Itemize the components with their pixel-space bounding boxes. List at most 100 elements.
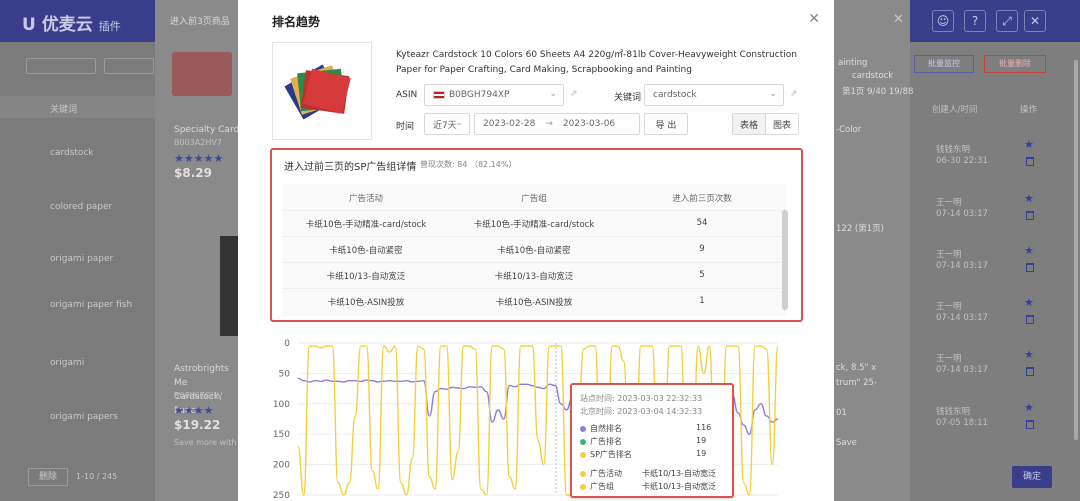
trash-icon[interactable] [1026,367,1034,376]
product-thumbnail [220,236,238,336]
page-scrollbar[interactable] [1074,60,1078,440]
tooltip-item-value: 19 [696,449,707,458]
close-icon[interactable]: ✕ [808,11,820,27]
y-tick-label: 200 [273,461,290,471]
trash-icon[interactable] [1026,157,1034,166]
rating-stars: ★★★★ [174,404,214,417]
tooltip-item-label: SP广告排名 [590,450,632,459]
view-table-toggle[interactable]: 表格 [732,113,766,135]
chevron-down-icon: ⌄ [455,118,463,128]
legend-dot-icon [580,451,586,458]
y-tick-label: 250 [273,491,290,501]
favorite-star-icon[interactable]: ★ [1024,244,1034,257]
sp-adgroup-detail: 进入过前三页的SP广告组详情 曾现次数: 84 （82.14%） 广告活动 广告… [270,148,803,322]
favorite-star-icon[interactable]: ★ [1024,296,1034,309]
modal-title: 排名趋势 [272,15,321,29]
product-title: Kyteazr Cardstock 10 Colors 60 Sheets A4… [396,50,797,75]
expand-icon[interactable]: ⤢ [996,10,1018,32]
asin-select[interactable]: B0BGH794XP ⌄ [424,84,564,106]
asin-value: B0BGH794XP [449,90,510,100]
product-note: 01 [836,408,847,418]
products-tab[interactable]: 进入前3页商品 [170,14,230,27]
trash-icon[interactable] [1026,263,1034,272]
tooltip-item-label: 广告排名 [590,437,622,446]
creator-name: 钱钱东明 [936,145,971,155]
y-tick-label: 0 [284,339,290,349]
product-thumbnail [172,52,232,96]
filter-select-2[interactable] [104,58,154,74]
panel-close-icon[interactable]: ✕ [893,12,904,27]
product-title: Specialty Cards [174,125,244,135]
keyword-select[interactable]: cardstock ⌄ [644,84,784,106]
pagination-prev-button[interactable]: 删除 [28,468,68,486]
logo-u-icon: U [22,15,36,35]
creator-name: 王一明 [936,250,962,260]
y-tick-label: 150 [273,430,290,440]
table-cell-campaign: 卡纸10色-手动精准-card/stock [305,220,427,230]
date-range-picker[interactable]: 2023-02-28 → 2023-03-06 [474,113,640,135]
row-divider [282,210,786,211]
keyword-column-header: 关键词 [50,105,78,115]
product-keyword-link[interactable]: cardstock [852,71,893,81]
pagination-confirm-button[interactable]: 确定 [1012,466,1052,488]
chart-tooltip: 站点时间: 2023-03-03 22:32:33 北京时间: 2023-03-… [570,383,734,498]
tooltip-group-label: 广告组 [590,482,614,491]
product-price: $8.29 [174,166,212,180]
asin-label: ASIN [396,90,418,100]
tooltip-item-value: 19 [696,436,707,445]
keyword-row: origami papers [50,412,118,422]
left-table-header [0,96,160,118]
table-cell-count: 9 [699,244,705,254]
table-cell-campaign: 卡纸10色-ASIN投放 [327,298,405,308]
sp-section-count: 曾现次数: 84 （82.14%） [420,160,517,169]
table-cell-campaign: 卡纸10/13-自动宽泛 [326,272,406,282]
keyword-row: origami paper [50,254,114,264]
user-icon[interactable]: ☺ [932,10,954,32]
trash-icon[interactable] [1026,211,1034,220]
column-header-adgroup: 广告组 [521,194,547,204]
range-select[interactable]: 近7天 ⌄ [424,113,470,135]
pagination-range: 1-10 / 245 [76,472,118,481]
keyword-value: cardstock [653,90,697,100]
trash-icon[interactable] [1026,420,1034,429]
favorite-star-icon[interactable]: ★ [1024,401,1034,414]
trash-icon[interactable] [1026,315,1034,324]
rating-stars: ★★★★★ [174,152,224,165]
view-chart-toggle[interactable]: 图表 [765,113,799,135]
export-button[interactable]: 导 出 [644,113,688,135]
product-note: Save [836,438,857,448]
batch-monitor-button[interactable]: 批量监控 [914,55,974,73]
help-icon[interactable]: ? [964,10,986,32]
legend-dot-icon [580,483,586,490]
product-image [272,42,372,140]
batch-delete-button[interactable]: 批量删除 [984,55,1046,73]
y-tick-label: 50 [279,369,291,379]
date-start: 2023-02-28 [483,119,536,129]
y-tick-label: 100 [273,400,290,410]
range-value: 近7天 [433,120,457,131]
close-window-icon[interactable]: ✕ [1024,10,1046,32]
creator-name: 钱钱东明 [936,407,971,417]
product-note: ck, 8.5" x [836,363,877,373]
favorite-star-icon[interactable]: ★ [1024,138,1034,151]
table-cell-count: 5 [699,270,705,280]
table-scrollbar[interactable] [782,210,788,310]
creator-column-header: 创建人/时间 [932,105,978,115]
external-link-icon[interactable]: ⇗ [790,89,798,99]
created-time: 07-14 03:17 [936,261,988,271]
keyword-row: colored paper [50,202,113,212]
tooltip-group-value: 卡纸10/13-自动宽泛 [642,482,716,491]
row-divider [282,236,786,237]
filter-select-1[interactable] [26,58,96,74]
external-link-icon[interactable]: ⇗ [570,89,578,99]
row-divider [282,262,786,263]
favorite-star-icon[interactable]: ★ [1024,192,1034,205]
table-cell-count: 1 [699,296,705,306]
keyword-row: cardstock [50,148,94,158]
table-cell-adgroup: 卡纸10色-自动紧密 [497,246,571,256]
table-cell-count: 54 [696,218,708,228]
favorite-star-icon[interactable]: ★ [1024,348,1034,361]
rank-trend-modal: 排名趋势 ✕ Kyteazr Cardstock 10 Colors 60 Sh… [238,0,834,501]
chevron-down-icon: ⌄ [549,89,557,99]
chevron-down-icon: ⌄ [769,89,777,99]
